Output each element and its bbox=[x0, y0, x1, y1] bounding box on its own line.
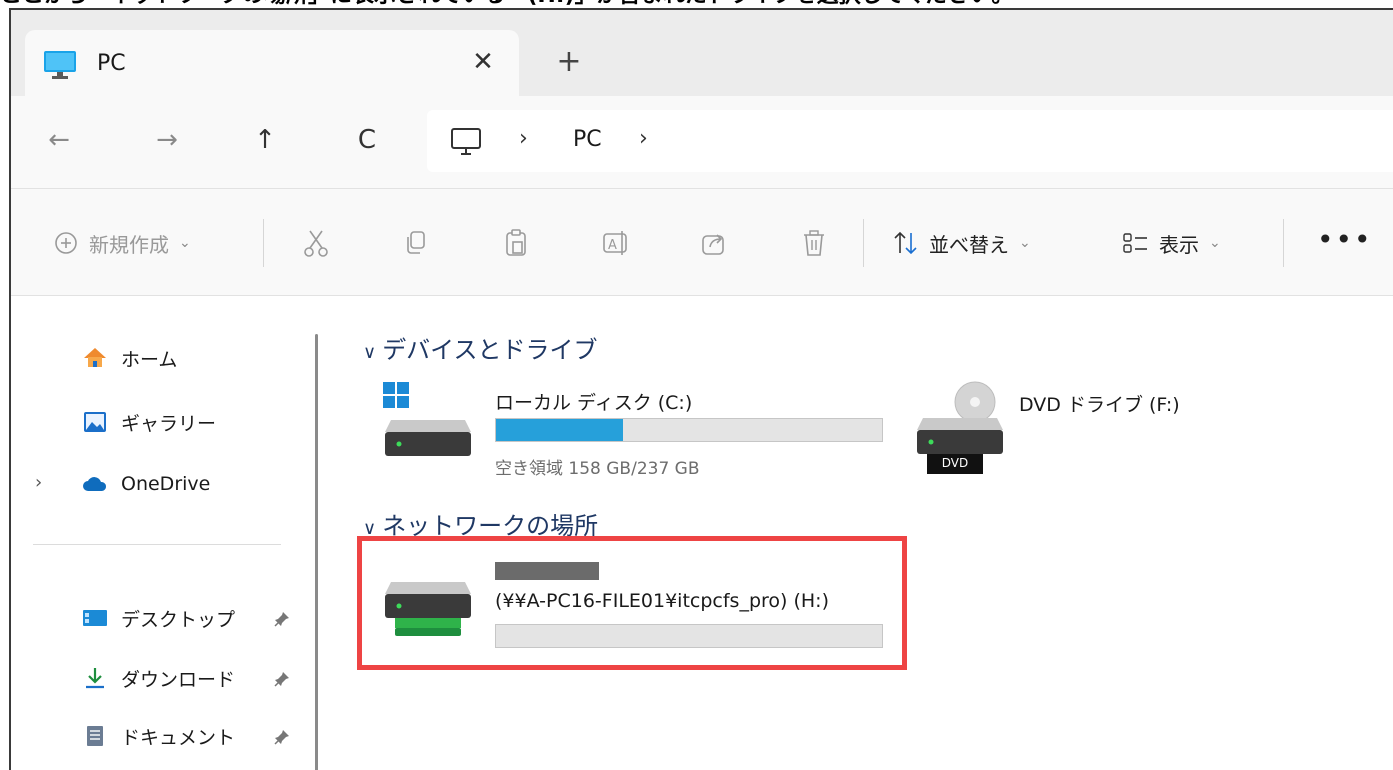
tab-strip: PC ✕ + bbox=[11, 10, 1393, 96]
tab-title: PC bbox=[97, 51, 126, 76]
breadcrumb-separator[interactable]: › bbox=[519, 126, 528, 151]
divider bbox=[1283, 219, 1284, 267]
sidebar-item-documents[interactable]: ドキュメント bbox=[81, 716, 235, 756]
refresh-icon[interactable]: C bbox=[345, 118, 389, 162]
document-icon bbox=[87, 726, 103, 746]
highlight-box bbox=[357, 536, 907, 670]
rename-icon: A bbox=[603, 231, 627, 255]
breadcrumb-pc[interactable]: PC bbox=[573, 127, 602, 152]
sort-arrows-icon bbox=[894, 231, 917, 255]
sidebar-item-home[interactable]: ホーム bbox=[81, 338, 177, 378]
content-pane: ∨ デバイスとドライブ ローカル ディスク (C:) 空き領域 158 GB/23… bbox=[341, 296, 1393, 770]
sidebar-item-desktop[interactable]: デスクトップ bbox=[81, 598, 235, 638]
monitor-icon bbox=[451, 128, 481, 155]
chevron-down-icon: ⌄ bbox=[1209, 235, 1221, 251]
sidebar-item-label: デスクトップ bbox=[121, 608, 236, 631]
forward-arrow-icon[interactable]: → bbox=[145, 118, 189, 162]
sidebar-item-downloads[interactable]: ダウンロード bbox=[81, 658, 235, 698]
paste-button[interactable] bbox=[501, 223, 531, 263]
copy-icon bbox=[407, 231, 425, 254]
tab-pc[interactable]: PC ✕ bbox=[25, 30, 519, 96]
rename-button[interactable]: A bbox=[601, 223, 631, 263]
windows-drive-icon bbox=[383, 382, 471, 456]
trash-icon bbox=[804, 230, 824, 256]
sidebar-item-label: ドキュメント bbox=[121, 726, 236, 749]
chevron-down-icon: ∨ bbox=[363, 342, 377, 363]
svg-text:A: A bbox=[608, 238, 617, 253]
view-label: 表示 bbox=[1159, 232, 1199, 257]
sidebar-item-label: OneDrive bbox=[121, 473, 211, 495]
drive-free-space: 空き領域 158 GB/237 GB bbox=[495, 459, 700, 479]
divider bbox=[33, 544, 281, 545]
sidebar-item-label: ギャラリー bbox=[121, 412, 217, 435]
sidebar-item-label: ダウンロード bbox=[121, 668, 236, 691]
navigation-pane: ホーム ギャラリー › OneDrive デスクトップ ダウンロード ドキュメン… bbox=[11, 296, 341, 770]
new-item-button[interactable]: 新規作成 ⌄ bbox=[51, 223, 191, 263]
cloud-icon bbox=[83, 477, 107, 491]
add-circle-icon bbox=[55, 232, 77, 254]
scissors-icon bbox=[304, 230, 328, 257]
drive-usage-bar bbox=[495, 418, 883, 442]
download-icon bbox=[86, 668, 104, 689]
desktop-icon bbox=[83, 610, 107, 626]
divider bbox=[263, 219, 264, 267]
cut-button[interactable] bbox=[301, 223, 331, 263]
divider bbox=[863, 219, 864, 267]
view-button[interactable]: 表示 ⌄ bbox=[1121, 223, 1221, 263]
dvd-badge: DVD bbox=[941, 456, 969, 470]
share-icon bbox=[702, 234, 724, 255]
pin-icon[interactable] bbox=[273, 728, 291, 746]
new-tab-button[interactable]: + bbox=[551, 44, 587, 80]
sidebar-item-label: ホーム bbox=[121, 348, 178, 371]
pin-icon[interactable] bbox=[273, 610, 291, 628]
back-arrow-icon[interactable]: ← bbox=[37, 118, 81, 162]
file-explorer-window: PC ✕ + ← → ↑ C › PC › 新規作成 ⌄ A 並べ替え ⌄ 表示… bbox=[9, 8, 1393, 770]
close-tab-icon[interactable]: ✕ bbox=[465, 44, 501, 80]
sidebar-item-onedrive[interactable]: OneDrive bbox=[81, 464, 210, 504]
copy-button[interactable] bbox=[401, 223, 431, 263]
address-bar[interactable]: › PC › bbox=[427, 110, 1393, 172]
up-arrow-icon[interactable]: ↑ bbox=[243, 118, 287, 162]
more-options-icon[interactable]: ••• bbox=[1317, 223, 1373, 256]
sidebar-item-gallery[interactable]: ギャラリー bbox=[81, 402, 216, 442]
new-item-label: 新規作成 bbox=[89, 232, 169, 257]
clipboard-icon bbox=[506, 229, 526, 256]
chevron-right-icon[interactable]: › bbox=[35, 472, 42, 493]
home-icon bbox=[84, 348, 106, 367]
drive-name: DVD ドライブ (F:) bbox=[1019, 394, 1180, 416]
delete-button[interactable] bbox=[799, 223, 829, 263]
breadcrumb-separator[interactable]: › bbox=[639, 126, 648, 151]
chevron-down-icon: ⌄ bbox=[179, 235, 191, 251]
share-button[interactable] bbox=[699, 223, 729, 263]
instruction-caption: ここから「ネットワークの場所」に表示されている「(H:)」が含まれたドライブを選… bbox=[0, 0, 1393, 8]
command-bar: 新規作成 ⌄ A 並べ替え ⌄ 表示 ⌄ ••• bbox=[11, 189, 1393, 296]
drive-usage-fill bbox=[496, 419, 624, 441]
chevron-down-icon: ⌄ bbox=[1019, 235, 1031, 251]
drive-name: ローカル ディスク (C:) bbox=[495, 392, 693, 414]
navigation-bar: ← → ↑ C › PC › bbox=[11, 96, 1393, 189]
sort-button[interactable]: 並べ替え ⌄ bbox=[891, 223, 1031, 263]
scrollbar[interactable] bbox=[315, 334, 318, 770]
gallery-icon bbox=[84, 412, 106, 432]
view-list-icon bbox=[1123, 233, 1147, 253]
sort-label: 並べ替え bbox=[929, 232, 1009, 257]
group-header-devices[interactable]: ∨ デバイスとドライブ bbox=[363, 330, 597, 365]
pin-icon[interactable] bbox=[273, 670, 291, 688]
monitor-icon bbox=[44, 51, 76, 79]
group-header-label: デバイスとドライブ bbox=[382, 336, 598, 364]
